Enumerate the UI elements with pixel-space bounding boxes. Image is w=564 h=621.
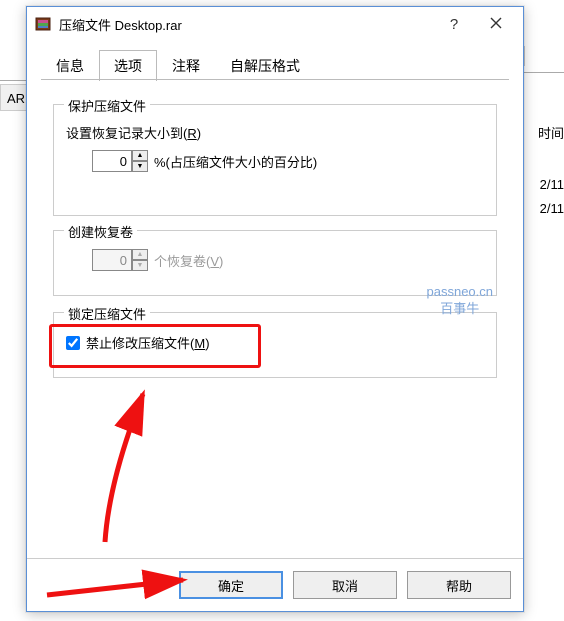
- spinner-down-button[interactable]: ▼: [132, 161, 148, 172]
- annotation-arrow-icon: [81, 370, 181, 560]
- titlebar-close-button[interactable]: [475, 10, 517, 39]
- recovery-record-suffix: %(占压缩文件大小的百分比): [154, 152, 317, 171]
- tab-strip: 信息 选项 注释 自解压格式: [27, 41, 523, 80]
- recovery-record-label: 设置恢复记录大小到(R): [66, 123, 484, 142]
- lock-archive-checkbox[interactable]: [66, 336, 80, 350]
- spinner-up-button[interactable]: ▲: [132, 150, 148, 161]
- tab-options[interactable]: 选项: [99, 50, 157, 81]
- background-column-header: 时间: [538, 123, 564, 142]
- dialog-title: 压缩文件 Desktop.rar: [59, 15, 182, 34]
- winrar-icon: [35, 16, 51, 32]
- titlebar-help-button[interactable]: ?: [433, 10, 475, 39]
- tab-comment[interactable]: 注释: [157, 50, 215, 81]
- recovery-volume-spinner: ▲ ▼: [92, 249, 148, 271]
- help-button[interactable]: 帮助: [407, 571, 511, 599]
- tab-panel-options: 保护压缩文件 设置恢复记录大小到(R) ▲ ▼ %(占压缩文件大小的百分比) 创…: [27, 80, 523, 611]
- tab-sfx[interactable]: 自解压格式: [215, 50, 315, 81]
- group-volume-legend: 创建恢复卷: [64, 222, 137, 241]
- group-protect-legend: 保护压缩文件: [64, 96, 150, 115]
- ok-button[interactable]: 确定: [179, 571, 283, 599]
- recovery-record-input[interactable]: [92, 150, 132, 172]
- group-recovery-volumes: 创建恢复卷 ▲ ▼ 个恢复卷(V): [53, 230, 497, 296]
- recovery-volume-suffix: 个恢复卷(V): [154, 251, 223, 270]
- dialog-button-bar: 确定 取消 帮助: [27, 558, 523, 611]
- tab-info[interactable]: 信息: [41, 50, 99, 81]
- spinner-down-button: ▼: [132, 260, 148, 271]
- group-protect-archive: 保护压缩文件 设置恢复记录大小到(R) ▲ ▼ %(占压缩文件大小的百分比): [53, 104, 497, 216]
- archive-properties-dialog: 压缩文件 Desktop.rar ? 信息 选项 注释 自解压格式 保护压缩文件…: [26, 6, 524, 612]
- lock-archive-label: 禁止修改压缩文件(M): [86, 333, 210, 352]
- titlebar: 压缩文件 Desktop.rar ?: [27, 7, 523, 41]
- background-date-cell: 2/11: [540, 177, 564, 192]
- recovery-record-spinner[interactable]: ▲ ▼: [92, 150, 148, 172]
- background-date-cell: 2/11: [540, 201, 564, 216]
- group-lock-legend: 锁定压缩文件: [64, 304, 150, 323]
- cancel-button[interactable]: 取消: [293, 571, 397, 599]
- spinner-up-button: ▲: [132, 249, 148, 260]
- lock-archive-checkbox-row[interactable]: 禁止修改压缩文件(M): [66, 333, 484, 352]
- group-lock-archive: 锁定压缩文件 禁止修改压缩文件(M): [53, 312, 497, 378]
- recovery-volume-input: [92, 249, 132, 271]
